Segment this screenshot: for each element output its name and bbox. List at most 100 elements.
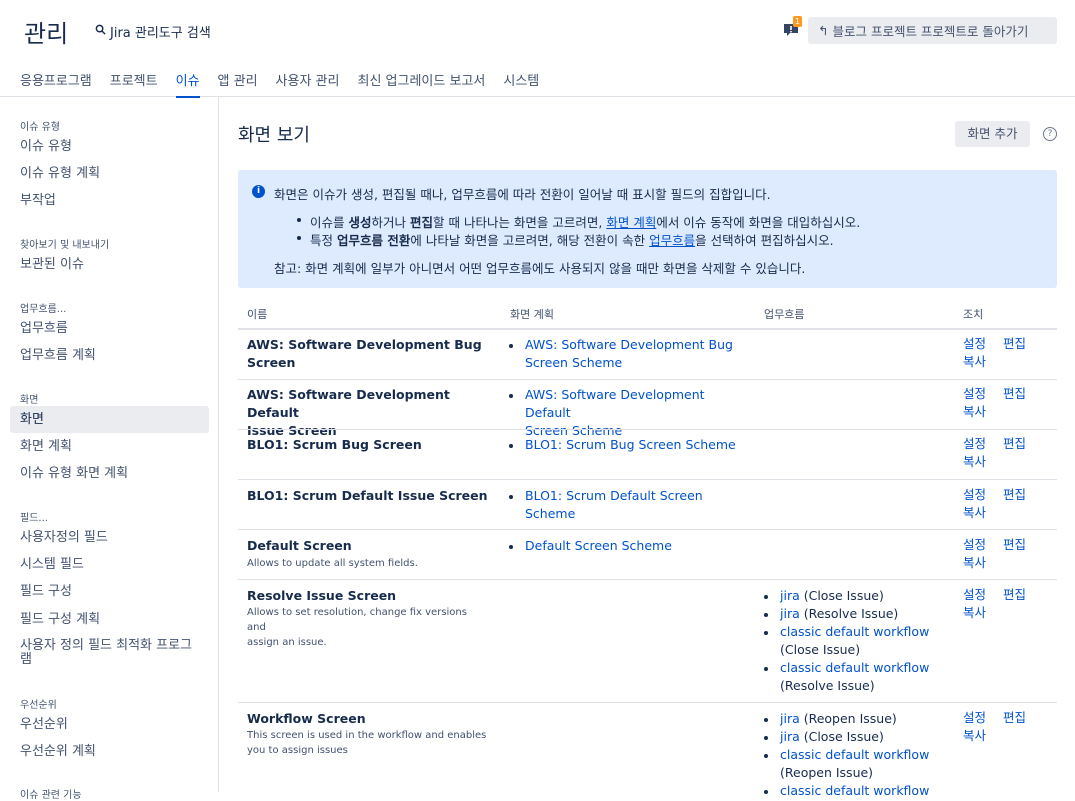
info-icon: i — [252, 185, 265, 198]
copy-link[interactable]: 복사 — [963, 604, 986, 622]
sidebar-item-issue-type-schemes[interactable]: 이슈 유형 계획 — [10, 166, 209, 182]
app-title: 관리 — [24, 20, 69, 48]
settings-link[interactable]: 설정 — [963, 586, 986, 604]
tab-system[interactable]: 시스템 — [503, 70, 539, 98]
add-screen-button[interactable]: 화면 추가 — [955, 121, 1030, 147]
bullet-dot — [509, 495, 513, 499]
sidebar-item-field-configuration-schemes[interactable]: 필드 구성 계획 — [10, 612, 209, 628]
workflow-item: jira (Close Issue) — [780, 729, 884, 744]
sidebar-item-priorities[interactable]: 우선순위 — [10, 717, 209, 733]
notification-badge: 1 — [793, 16, 802, 27]
sidebar-item-custom-fields[interactable]: 사용자정의 필드 — [10, 530, 209, 546]
table-row: BLO1: Scrum Bug Screen BLO1: Scrum Bug S… — [238, 430, 1057, 479]
sidebar-item-issue-types[interactable]: 이슈 유형 — [10, 139, 209, 155]
column-header-name: 이름 — [247, 308, 268, 321]
copy-link[interactable]: 복사 — [963, 554, 986, 572]
screen-name: Resolve Issue Screen — [247, 588, 397, 603]
sidebar-item-custom-field-optimizer[interactable]: 사용자 정의 필드 최적화 프로그램 — [10, 639, 209, 667]
workflow-link[interactable]: jira — [780, 711, 800, 726]
search-placeholder: Jira 관리도구 검색 — [110, 26, 211, 41]
info-panel: i 화면은 이슈가 생성, 편집될 때나, 업무흐름에 따라 전환이 일어날 때… — [238, 170, 1057, 288]
workflows-link[interactable]: 업무흐름 — [649, 233, 695, 248]
edit-link[interactable]: 편집 — [1003, 335, 1026, 353]
tab-user-management[interactable]: 사용자 관리 — [276, 70, 340, 98]
screen-name: AWS: Software Development Bug Screen — [247, 337, 482, 370]
bullet-dot — [509, 394, 513, 398]
sidebar-item-screens[interactable]: 화면 — [10, 406, 209, 433]
sidebar-item-workflows[interactable]: 업무흐름 — [10, 321, 209, 337]
sidebar-item-issue-type-screen-schemes[interactable]: 이슈 유형 화면 계획 — [10, 466, 209, 482]
tab-projects[interactable]: 프로젝트 — [110, 70, 158, 98]
sidebar-item-field-configurations[interactable]: 필드 구성 — [10, 584, 209, 600]
edit-link[interactable]: 편집 — [1003, 709, 1026, 727]
sidebar-heading: 업무흐름... — [20, 304, 67, 315]
screen-name: Workflow Screen — [247, 711, 366, 726]
settings-link[interactable]: 설정 — [963, 385, 986, 403]
settings-link[interactable]: 설정 — [963, 335, 986, 353]
back-button-label: 블로그 프로젝트 프로젝트로 돌아가기 — [832, 24, 1029, 39]
workflow-link[interactable]: jira — [780, 588, 800, 603]
top-header: 관리 Jira 관리도구 검색 1 ↰ 블로그 프로젝트 프로젝트로 돌아가기 … — [0, 0, 1075, 98]
back-to-project-button[interactable]: ↰ 블로그 프로젝트 프로젝트로 돌아가기 — [808, 17, 1057, 44]
search-field[interactable]: Jira 관리도구 검색 — [95, 22, 211, 41]
tab-issues[interactable]: 이슈 — [175, 70, 200, 98]
screen-schemes-link[interactable]: 화면 계획 — [606, 215, 656, 230]
workflow-link[interactable]: jira — [780, 606, 800, 621]
workflow-item: jira (Close Issue) — [780, 588, 884, 603]
sidebar-heading: 우선순위 — [20, 700, 57, 711]
tab-upgrade-report[interactable]: 최신 업그레이드 보고서 — [357, 70, 485, 98]
screen-scheme-link[interactable]: BLO1: Scrum Bug Screen Scheme — [525, 436, 745, 454]
sidebar-item-subtasks[interactable]: 부작업 — [10, 193, 209, 209]
table-row: Default Screen Allows to update all syst… — [238, 530, 1057, 579]
screen-scheme-link[interactable]: AWS: Software Development Bug Screen Sche… — [525, 336, 745, 372]
edit-link[interactable]: 편집 — [1003, 586, 1026, 604]
help-icon[interactable]: ? — [1043, 127, 1057, 141]
tab-manage-apps[interactable]: 앱 관리 — [218, 70, 258, 98]
edit-link[interactable]: 편집 — [1003, 385, 1026, 403]
table-row: AWS: Software Development Bug Screen AWS… — [238, 330, 1057, 379]
screen-scheme-link[interactable]: Default Screen Scheme — [525, 537, 745, 555]
workflow-link[interactable]: jira — [780, 729, 800, 744]
sidebar-item-priority-schemes[interactable]: 우선순위 계획 — [10, 744, 209, 760]
edit-link[interactable]: 편집 — [1003, 486, 1026, 504]
workflow-link[interactable]: classic default workflow — [780, 747, 929, 762]
workflow-item: jira (Resolve Issue) — [780, 606, 899, 621]
copy-link[interactable]: 복사 — [963, 727, 986, 745]
workflow-link[interactable]: classic default workflow — [780, 660, 929, 675]
settings-link[interactable]: 설정 — [963, 709, 986, 727]
column-header-screen-scheme: 화면 계획 — [510, 308, 554, 321]
workflow-item: classic default workflow (Close Issue) — [780, 624, 930, 657]
copy-link[interactable]: 복사 — [963, 353, 986, 371]
settings-link[interactable]: 설정 — [963, 486, 986, 504]
settings-link[interactable]: 설정 — [963, 435, 986, 453]
sidebar-item-archived-issues[interactable]: 보관된 이슈 — [10, 257, 209, 273]
workflow-link[interactable]: classic default workflow — [780, 624, 929, 639]
screen-description: Allows to update all system fields. — [247, 558, 418, 569]
settings-link[interactable]: 설정 — [963, 536, 986, 554]
info-bullet-1: 이슈를 생성하거나 편집할 때 나타나는 화면을 고르려면, 화면 계획에서 이… — [310, 215, 861, 230]
info-bullet-2: 특정 업무흐름 전환에 나타날 화면을 고르려면, 해당 전환이 속한 업무흐름… — [310, 233, 834, 248]
workflow-link[interactable]: classic default workflow — [780, 783, 929, 798]
bullet-dot — [509, 545, 513, 549]
edit-link[interactable]: 편집 — [1003, 536, 1026, 554]
copy-link[interactable]: 복사 — [963, 403, 986, 421]
sidebar-heading: 이슈 관련 기능 — [20, 790, 82, 801]
bullet-dot — [297, 236, 301, 240]
table-row: BLO1: Scrum Default Issue Screen BLO1: S… — [238, 480, 1057, 529]
edit-link[interactable]: 편집 — [1003, 435, 1026, 453]
copy-link[interactable]: 복사 — [963, 504, 986, 522]
sidebar-item-workflow-schemes[interactable]: 업무흐름 계획 — [10, 348, 209, 364]
sidebar-heading: 화면 — [20, 395, 39, 406]
notification-button[interactable]: 1 — [783, 16, 805, 40]
sidebar-heading: 이슈 유형 — [20, 122, 60, 133]
screen-scheme-link[interactable]: BLO1: Scrum Default Screen Scheme — [525, 487, 745, 523]
table-row: Workflow Screen This screen is used in t… — [238, 703, 1057, 798]
copy-link[interactable]: 복사 — [963, 453, 986, 471]
sidebar-heading: 찾아보기 및 내보내기 — [20, 240, 110, 251]
column-header-actions: 조치 — [963, 308, 984, 321]
screen-name: BLO1: Scrum Default Issue Screen — [247, 488, 488, 503]
sidebar-item-screen-schemes[interactable]: 화면 계획 — [10, 439, 209, 455]
screen-description: Allows to set resolution, change fix ver… — [247, 607, 467, 648]
sidebar-item-system-fields[interactable]: 시스템 필드 — [10, 557, 209, 573]
tab-applications[interactable]: 응용프로그램 — [20, 70, 92, 98]
